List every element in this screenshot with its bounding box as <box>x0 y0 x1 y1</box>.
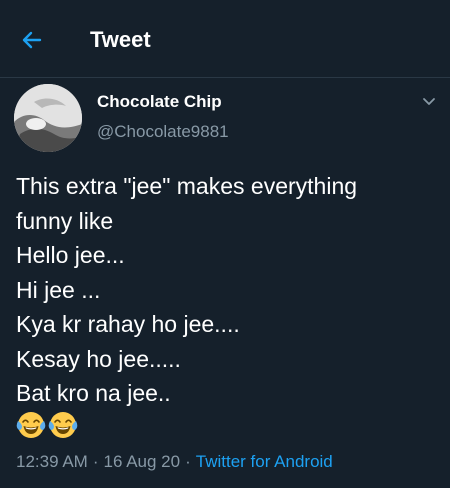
tweet-menu-button[interactable] <box>420 92 438 110</box>
meta-separator: · <box>92 452 99 471</box>
emoji-row <box>16 410 78 442</box>
tweet-time: 12:39 AM <box>16 452 88 471</box>
tweet-line: This extra "jee" makes everything <box>16 173 358 199</box>
tweet-source-link[interactable]: Twitter for Android <box>196 452 333 471</box>
tweet-line: Bat kro na jee.. <box>16 380 171 406</box>
avatar-image <box>14 84 82 152</box>
author-display-name[interactable]: Chocolate Chip <box>97 91 222 113</box>
face-with-tears-of-joy-icon <box>16 412 46 438</box>
back-button[interactable] <box>18 26 46 54</box>
meta-separator: · <box>185 452 191 471</box>
author-handle[interactable]: @Chocolate9881 <box>97 121 229 143</box>
tweet-line: funny like <box>16 207 114 234</box>
arrow-left-icon <box>22 31 42 49</box>
face-with-tears-of-joy-icon <box>48 412 78 438</box>
tweet-meta: 12:39 AM · 16 Aug 20 · Twitter for Android <box>16 451 333 473</box>
tweet-line: Kya kr rahay ho jee.... <box>16 311 240 337</box>
page-title: Tweet <box>90 27 151 52</box>
tweet-date: 16 Aug 20 <box>103 452 181 471</box>
tweet-line: Hello jee... <box>16 242 125 268</box>
chevron-down-icon <box>423 98 435 105</box>
top-app-bar: Tweet <box>0 0 450 78</box>
tweet-line: Kesay ho jee..... <box>16 345 181 372</box>
avatar[interactable] <box>14 84 82 152</box>
tweet-text: This extra "jee" makes everything funny … <box>16 169 436 411</box>
tweet-line: Hi jee ... <box>16 276 101 303</box>
